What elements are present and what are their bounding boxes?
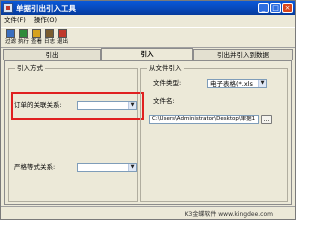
filter-icon	[6, 29, 15, 38]
import-panel: 引入方式 订单的关联关系: ▼ 严格等式关系: ▼ 从文件引入 文件类型: 电子…	[4, 60, 292, 205]
exit-label: 退出	[57, 39, 69, 45]
order-relation-select[interactable]: ▼	[77, 101, 137, 110]
execute-label: 执行	[18, 39, 30, 45]
status-text: K3金蝶软件 www.kingdee.com	[184, 211, 273, 218]
file-import-title: 从文件引入	[147, 64, 184, 72]
import-mode-group: 引入方式 订单的关联关系: ▼ 严格等式关系: ▼	[8, 64, 144, 202]
app-icon	[3, 3, 13, 13]
execute-button[interactable]: 执行	[18, 28, 29, 47]
close-button[interactable]: ×	[282, 3, 293, 13]
exit-icon	[58, 29, 67, 38]
view-button[interactable]: 查看	[31, 28, 42, 47]
file-name-label: 文件名:	[153, 97, 175, 105]
file-path-input[interactable]: C:\Users\Administrator\Desktop\单据1	[149, 115, 259, 124]
strict-relation-label: 严格等式关系:	[14, 163, 56, 171]
log-icon	[45, 29, 54, 38]
chevron-down-icon[interactable]: ▼	[258, 80, 266, 87]
menu-file[interactable]: 文件(F)	[4, 15, 26, 26]
file-import-group: 从文件引入 文件类型: 电子表格(*.xls ▼ 文件名: C:\Users\A…	[140, 64, 288, 202]
chevron-down-icon[interactable]: ▼	[128, 164, 136, 171]
maximize-button[interactable]: □	[270, 3, 281, 13]
import-mode-title: 引入方式	[15, 64, 45, 72]
view-icon	[32, 29, 41, 38]
tab-import[interactable]: 引入	[101, 48, 193, 60]
strict-relation-select[interactable]: ▼	[77, 163, 137, 172]
file-type-label: 文件类型:	[153, 79, 182, 87]
menu-operation[interactable]: 操作(O)	[34, 15, 57, 26]
file-type-value: 电子表格(*.xls	[210, 80, 253, 88]
toolbar: 过滤 执行 查看 日志 退出	[1, 27, 295, 48]
tab-export-import-db[interactable]: 引出并引入到数据	[193, 49, 293, 60]
order-relation-label: 订单的关联关系:	[14, 101, 62, 109]
title-bar[interactable]: 单据引出引入工具 _ □ ×	[1, 1, 295, 15]
minimize-button[interactable]: _	[258, 3, 269, 13]
caption-buttons: _ □ ×	[258, 3, 293, 13]
execute-icon	[19, 29, 28, 38]
window-title: 单据引出引入工具	[16, 4, 76, 13]
filter-button[interactable]: 过滤	[5, 28, 16, 47]
log-label: 日志	[44, 39, 56, 45]
log-button[interactable]: 日志	[44, 28, 55, 47]
file-type-select[interactable]: 电子表格(*.xls ▼	[207, 79, 267, 88]
browse-button[interactable]: ...	[261, 115, 272, 124]
status-bar: K3金蝶软件 www.kingdee.com	[1, 206, 295, 219]
exit-button[interactable]: 退出	[57, 28, 68, 47]
tab-export[interactable]: 引出	[3, 49, 101, 60]
menu-bar: 文件(F) 操作(O)	[1, 15, 295, 26]
view-label: 查看	[31, 39, 43, 45]
application-window: 单据引出引入工具 _ □ × 文件(F) 操作(O) 过滤 执行 查看 日志 退	[0, 0, 296, 220]
filter-label: 过滤	[5, 39, 17, 45]
tab-strip: 引出 引入 引出并引入到数据	[1, 48, 295, 60]
chevron-down-icon[interactable]: ▼	[128, 102, 136, 109]
